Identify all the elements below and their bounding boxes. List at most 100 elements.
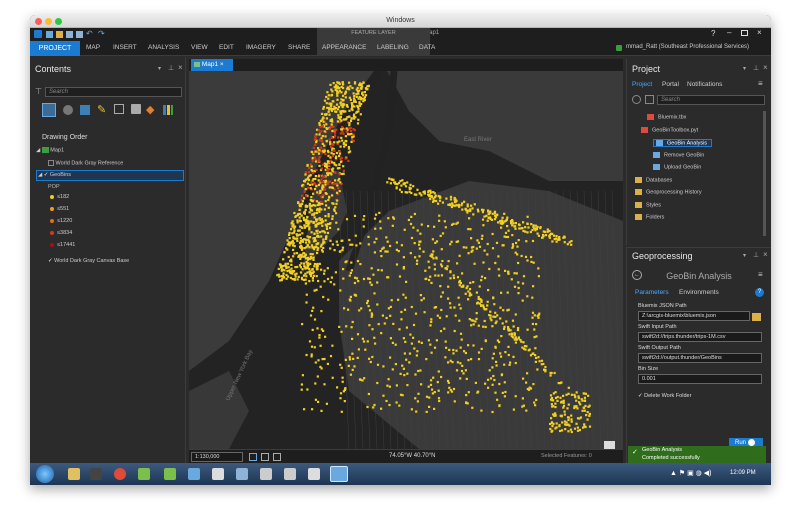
layer-visibility-checkbox[interactable] bbox=[48, 160, 54, 166]
hamburger-menu-icon[interactable]: ≡ bbox=[758, 79, 763, 88]
tree-item-label: Bluemix.tbx bbox=[658, 114, 687, 121]
close-pane-icon[interactable]: × bbox=[178, 63, 183, 72]
map-canvas[interactable]: East River Upper New York Bay bbox=[189, 71, 623, 449]
layer-geobins-selected[interactable]: ◢ ✓ GeoBins bbox=[36, 170, 184, 181]
command-prompt-icon[interactable] bbox=[90, 468, 102, 480]
tab-share[interactable]: SHARE bbox=[288, 44, 310, 51]
list-by-drawing-order-icon[interactable] bbox=[42, 103, 56, 117]
parameter-input[interactable]: swift2d://output.thunder/GeoBins bbox=[638, 353, 762, 363]
help-icon[interactable]: ? bbox=[711, 29, 715, 38]
tab-map[interactable]: MAP bbox=[86, 44, 100, 51]
project-tree-item[interactable]: Styles bbox=[635, 201, 661, 208]
grid-icon[interactable] bbox=[273, 453, 281, 461]
tab-parameters[interactable]: Parameters bbox=[635, 289, 669, 296]
pin-icon[interactable]: ⊥ bbox=[753, 64, 759, 72]
minimize-icon[interactable]: – bbox=[727, 28, 731, 37]
layer-world-dark-gray-canvas-base[interactable]: ✓ World Dark Gray Canvas Base bbox=[48, 258, 129, 264]
project-tree-item[interactable]: Bluemix.tbx bbox=[647, 114, 686, 120]
app-icon-5[interactable] bbox=[260, 468, 272, 480]
close-icon[interactable]: × bbox=[757, 28, 762, 37]
tool-status-banner[interactable]: ✓ GeoBin Analysis Completed successfully bbox=[628, 446, 766, 463]
project-tree-item[interactable]: Databases bbox=[635, 176, 672, 183]
tab-project-catalog[interactable]: Project bbox=[632, 81, 652, 88]
project-tree-item[interactable]: Remove GeoBin bbox=[653, 151, 704, 158]
tab-notifications[interactable]: Notifications bbox=[687, 81, 722, 88]
list-by-selection-icon[interactable] bbox=[80, 105, 90, 115]
map-overview-icon[interactable] bbox=[604, 441, 615, 449]
app-icon-3[interactable] bbox=[188, 468, 200, 480]
close-pane-icon[interactable]: × bbox=[763, 63, 768, 72]
parameter-input[interactable]: 0.001 bbox=[638, 374, 762, 384]
tab-appearance[interactable]: APPEARANCE bbox=[322, 44, 366, 51]
fixed-zoom-icon[interactable] bbox=[249, 453, 257, 461]
snapping-icon[interactable] bbox=[261, 453, 269, 461]
list-by-editing-icon[interactable]: ✎ bbox=[97, 103, 106, 116]
list-by-snapping-icon[interactable] bbox=[114, 104, 124, 114]
tree-item-label: Folders bbox=[646, 214, 665, 221]
start-button-icon[interactable] bbox=[36, 465, 54, 483]
project-tree-item[interactable]: Geoprocessing History bbox=[635, 189, 702, 195]
tree-item-icon bbox=[653, 151, 660, 158]
app-icon-6[interactable] bbox=[284, 468, 296, 480]
map-status-bar: 1:130,000 74.05°W 40.70°N Selected Featu… bbox=[189, 449, 623, 463]
windows-taskbar: ▲ ⚑ ▣ ◍ ◀) 12:09 PM bbox=[30, 463, 771, 485]
tab-data[interactable]: DATA bbox=[419, 44, 435, 51]
tree-item-icon bbox=[635, 201, 642, 208]
pane-menu-icon[interactable]: ▾ bbox=[158, 65, 161, 72]
list-by-data-source-icon[interactable] bbox=[63, 105, 73, 115]
list-by-labeling-icon[interactable] bbox=[131, 104, 141, 114]
chrome-icon[interactable] bbox=[114, 468, 126, 480]
search-app-icon[interactable] bbox=[236, 468, 248, 480]
app-icon-7[interactable] bbox=[308, 468, 320, 480]
tab-edit[interactable]: EDIT bbox=[219, 44, 234, 51]
close-map-tab-icon[interactable]: × bbox=[220, 61, 224, 68]
tab-map1[interactable]: Map1 × bbox=[191, 59, 233, 71]
status-title: GeoBin Analysis bbox=[642, 447, 683, 453]
tab-labeling[interactable]: LABELING bbox=[377, 44, 409, 51]
project-tree-item[interactable]: Folders bbox=[635, 214, 664, 220]
tree-item-icon bbox=[635, 176, 642, 183]
app-icon-1[interactable] bbox=[138, 468, 150, 480]
project-tree-item[interactable]: Upload GeoBin bbox=[653, 164, 701, 170]
delete-work-folder-checkbox[interactable]: ✓ Delete Work Folder bbox=[638, 393, 691, 399]
contents-search-input[interactable]: Search bbox=[45, 87, 182, 97]
tab-project[interactable]: PROJECT bbox=[30, 41, 80, 56]
tab-insert[interactable]: INSERT bbox=[113, 44, 137, 51]
back-icon[interactable] bbox=[632, 95, 641, 104]
pane-menu-icon[interactable]: ▾ bbox=[743, 252, 746, 259]
home-icon[interactable] bbox=[645, 95, 654, 104]
pin-icon[interactable]: ⊥ bbox=[753, 251, 759, 259]
list-by-charts-icon[interactable] bbox=[163, 105, 173, 115]
tab-environments[interactable]: Environments bbox=[679, 289, 719, 296]
close-pane-icon[interactable]: × bbox=[763, 250, 768, 259]
project-tree-item[interactable]: GeoBin Analysis bbox=[653, 139, 713, 148]
signed-in-user[interactable]: mmad_Ratt (Southeast Professional Servic… bbox=[626, 44, 749, 50]
project-search-input[interactable]: Search bbox=[657, 95, 765, 105]
arcgis-pro-taskbar-icon[interactable] bbox=[330, 466, 348, 482]
hamburger-menu-icon[interactable]: ≡ bbox=[758, 270, 763, 279]
filter-icon[interactable]: ⊤ bbox=[35, 87, 42, 96]
scale-selector[interactable]: 1:130,000 bbox=[191, 452, 243, 462]
layer-world-dark-gray-reference[interactable]: World Dark Gray Reference bbox=[48, 160, 123, 166]
tray-icons[interactable]: ▲ ⚑ ▣ ◍ ◀) bbox=[670, 469, 711, 477]
tab-view[interactable]: VIEW bbox=[191, 44, 208, 51]
explorer-icon[interactable] bbox=[68, 468, 80, 480]
tab-imagery[interactable]: IMAGERY bbox=[246, 44, 276, 51]
project-scrollbar[interactable] bbox=[763, 111, 766, 236]
pin-icon[interactable]: ⊥ bbox=[168, 64, 174, 72]
layer-visibility-checkbox[interactable]: ✓ bbox=[48, 258, 53, 264]
project-tree-item[interactable]: GeoBinToolbox.pyt bbox=[641, 126, 698, 133]
tab-analysis[interactable]: ANALYSIS bbox=[148, 44, 179, 51]
app-icon-4[interactable] bbox=[212, 468, 224, 480]
tab-portal[interactable]: Portal bbox=[662, 81, 679, 88]
help-icon[interactable]: ? bbox=[755, 288, 764, 297]
parameter-input[interactable]: swift2d://trips.thunder/trips-1M.csv bbox=[638, 332, 762, 342]
parameter-input[interactable]: Z:\arcgis-bluemix\bluemix.json bbox=[638, 311, 750, 321]
pane-menu-icon[interactable]: ▾ bbox=[743, 65, 746, 72]
restore-icon[interactable] bbox=[741, 30, 748, 36]
app-icon-2[interactable] bbox=[164, 468, 176, 480]
browse-folder-icon[interactable] bbox=[752, 313, 761, 321]
list-by-perspective-icon[interactable]: ◆ bbox=[146, 103, 154, 116]
layer-label: GeoBins bbox=[49, 172, 72, 178]
map-tree-item[interactable]: ◢ Map1 bbox=[36, 147, 64, 153]
